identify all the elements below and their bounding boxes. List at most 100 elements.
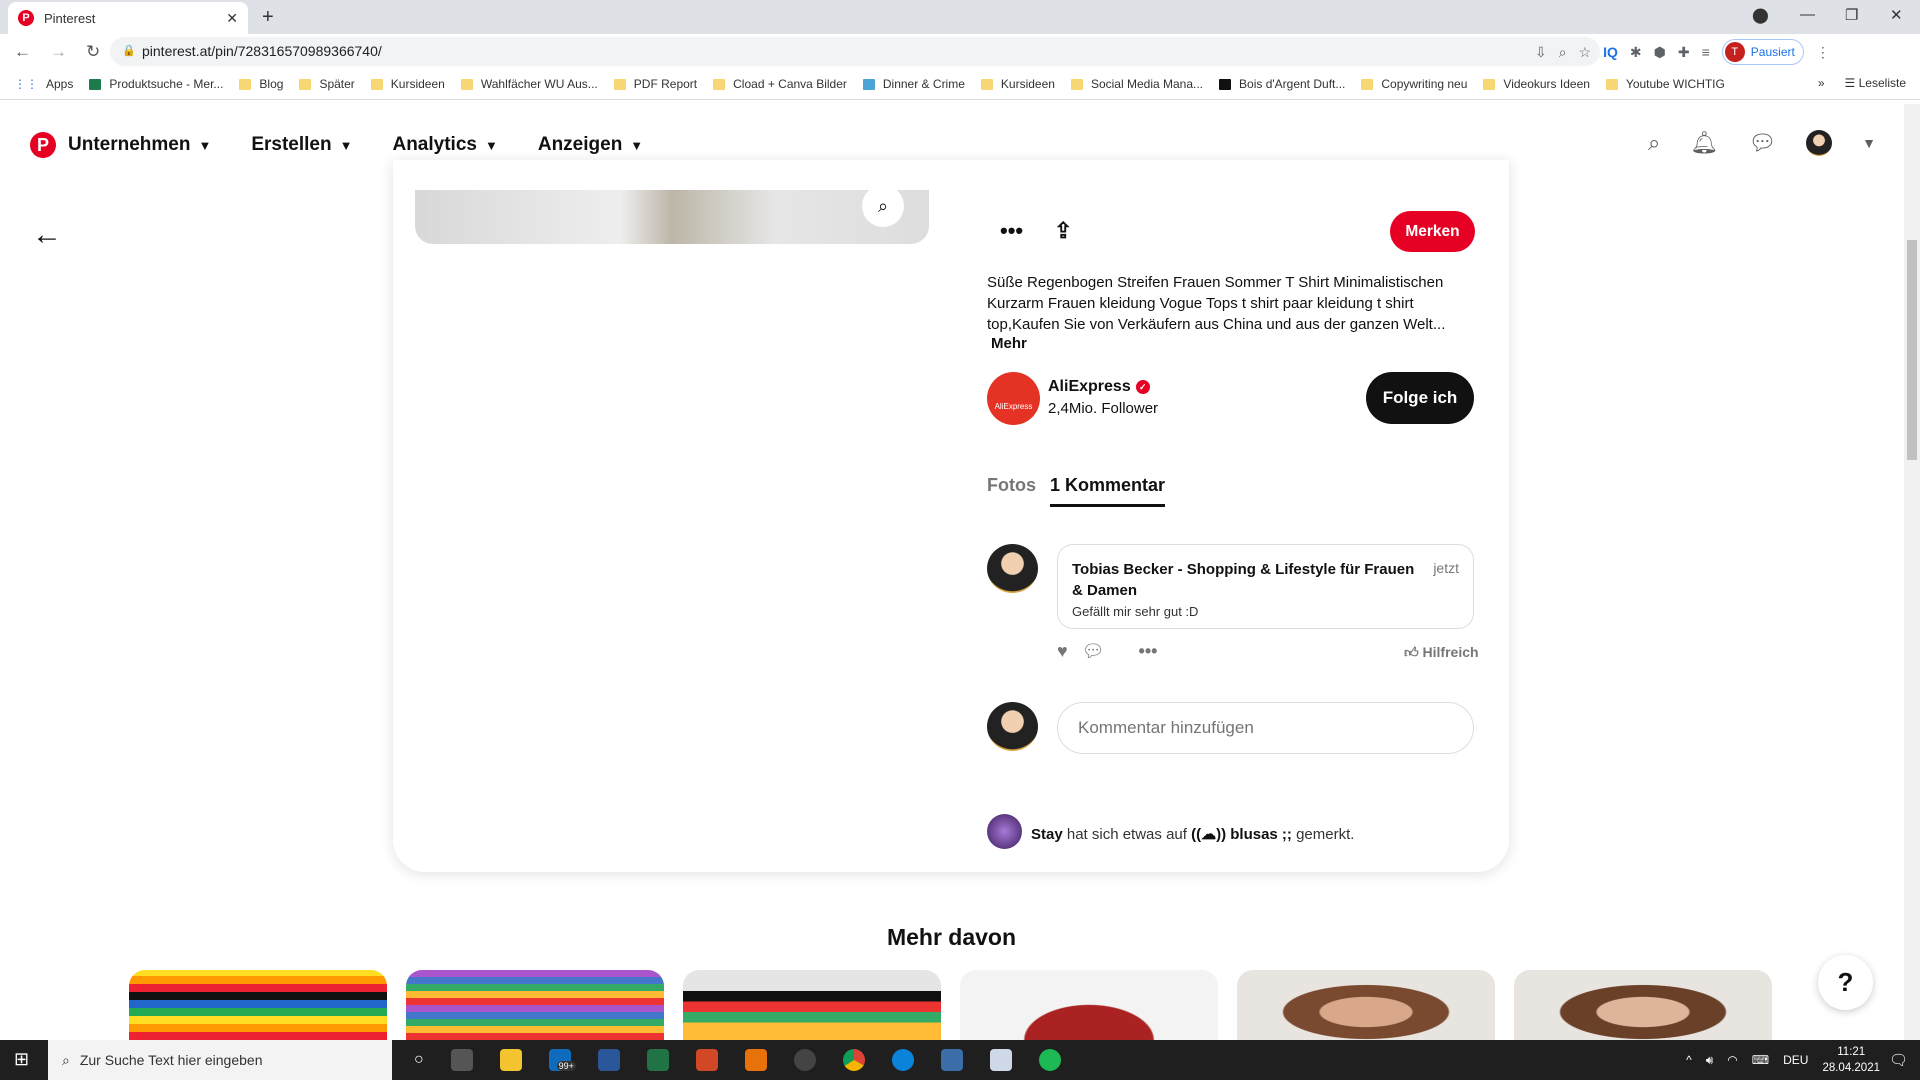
bell-icon[interactable]: 🔔︎ — [1690, 130, 1718, 156]
chrome-icon[interactable] — [842, 1049, 865, 1071]
new-tab-button[interactable]: + — [262, 6, 274, 29]
app-icon[interactable] — [989, 1049, 1012, 1071]
file-explorer-icon[interactable] — [499, 1049, 522, 1071]
bookmark-item[interactable]: Youtube WICHTIG — [1605, 77, 1725, 91]
bookmark-star-icon[interactable]: ☆ — [1579, 44, 1592, 61]
reading-list-button[interactable]: ☰ Leseliste — [1845, 76, 1906, 90]
forward-icon[interactable]: → — [50, 42, 72, 62]
windows-start-icon[interactable]: ⊞ — [14, 1049, 29, 1070]
taskbar-search[interactable]: ⌕ Zur Suche Text hier eingeben — [48, 1040, 392, 1080]
messages-icon[interactable]: 💬︎ — [1748, 130, 1776, 156]
more-bookmarks-icon[interactable]: » — [1818, 76, 1825, 90]
account-chevron-icon[interactable]: ▼ — [1862, 135, 1876, 151]
more-options-icon[interactable]: ••• — [1000, 218, 1023, 244]
profile-button[interactable]: T Pausiert — [1721, 39, 1804, 65]
iq-extension-icon[interactable]: IQ — [1603, 44, 1618, 60]
menu-analytics[interactable]: Analytics ▼ — [392, 134, 497, 156]
keyboard-icon[interactable]: ⌨ — [1752, 1053, 1769, 1067]
visual-search-icon[interactable]: ⌕ — [862, 185, 904, 227]
language-indicator[interactable]: DEU — [1783, 1053, 1808, 1067]
menu-anzeigen[interactable]: Anzeigen ▼ — [538, 134, 643, 156]
menu-unternehmen[interactable]: Unternehmen ▼ — [68, 134, 211, 156]
help-button[interactable]: ? — [1818, 955, 1873, 1010]
bookmark-item[interactable]: Copywriting neu — [1361, 77, 1467, 91]
extensions-puzzle-icon[interactable]: ✚ — [1678, 44, 1690, 61]
tab-search-icon[interactable]: ⬤ — [1752, 6, 1769, 24]
spotify-icon[interactable] — [1038, 1049, 1061, 1071]
extension-icon[interactable]: ✱ — [1630, 44, 1642, 61]
activity-user-avatar[interactable] — [987, 814, 1022, 849]
restore-button[interactable]: ❐ — [1845, 6, 1858, 24]
related-pin[interactable] — [406, 970, 664, 1040]
related-pin[interactable] — [960, 970, 1218, 1040]
comment-more-icon[interactable]: ••• — [1139, 641, 1158, 662]
bookmark-item[interactable]: Kursideen — [980, 77, 1055, 91]
pinterest-logo-icon[interactable]: P — [30, 132, 56, 158]
share-icon[interactable]: ⇪ — [1054, 218, 1072, 244]
powerpoint-icon[interactable] — [695, 1049, 718, 1071]
clock[interactable]: 11:21 28.04.2021 — [1822, 1044, 1880, 1076]
bookmark-item[interactable]: Produktsuche - Mer... — [89, 77, 223, 91]
bookmark-item[interactable]: Dinner & Crime — [862, 77, 965, 91]
bookmark-item[interactable]: Social Media Mana... — [1070, 77, 1203, 91]
bookmark-apps[interactable]: ⋮⋮ Apps — [14, 77, 73, 91]
edge-icon[interactable] — [891, 1049, 914, 1071]
bookmark-item[interactable]: Bois d'Argent Duft... — [1219, 77, 1345, 91]
zoom-icon[interactable]: ⌕ — [1559, 44, 1567, 61]
more-link[interactable]: Mehr — [991, 335, 1027, 352]
cortana-icon[interactable]: ○ — [414, 1051, 424, 1069]
related-pin[interactable] — [1514, 970, 1772, 1040]
bookmark-item[interactable]: Blog — [239, 77, 283, 91]
word-icon[interactable] — [597, 1049, 620, 1071]
follow-button[interactable]: Folge ich — [1366, 372, 1474, 424]
excel-icon[interactable] — [646, 1049, 669, 1071]
task-view-icon[interactable] — [450, 1049, 473, 1071]
app-icon[interactable] — [793, 1049, 816, 1071]
comment-input[interactable] — [1057, 702, 1474, 754]
menu-erstellen[interactable]: Erstellen ▼ — [251, 134, 352, 156]
install-icon[interactable]: ⇩ — [1535, 44, 1547, 61]
bookmark-item[interactable]: Kursideen — [370, 77, 445, 91]
bookmark-item[interactable]: Videokurs Ideen — [1483, 77, 1590, 91]
app-icon[interactable] — [744, 1049, 767, 1071]
save-button[interactable]: Merken — [1390, 211, 1475, 252]
comment-author[interactable]: Tobias Becker - Shopping & Lifestyle für… — [1072, 559, 1422, 601]
tray-chevron-icon[interactable]: ^ — [1686, 1053, 1692, 1067]
wifi-icon[interactable]: ◠ — [1727, 1053, 1737, 1067]
browser-tab[interactable]: P Pinterest ✕ — [8, 2, 248, 34]
commenter-avatar[interactable] — [987, 544, 1038, 593]
pin-image[interactable] — [415, 190, 929, 244]
related-pin[interactable] — [129, 970, 387, 1040]
close-window-button[interactable]: ✕ — [1890, 6, 1903, 24]
bookmark-item[interactable]: Wahlfächer WU Aus... — [460, 77, 598, 91]
creator-avatar[interactable]: AliExpress — [987, 372, 1040, 425]
back-arrow-icon[interactable]: ← — [32, 218, 62, 252]
heart-icon[interactable]: ♥ — [1057, 641, 1068, 662]
scrollbar-thumb[interactable] — [1907, 240, 1917, 460]
bookmark-item[interactable]: PDF Report — [613, 77, 697, 91]
back-icon[interactable]: ← — [14, 42, 36, 62]
menu-icon[interactable]: ⋮ — [1816, 44, 1830, 61]
related-pin[interactable] — [1237, 970, 1495, 1040]
adblock-icon[interactable]: ⬢ — [1654, 44, 1666, 61]
profile-avatar[interactable] — [1806, 130, 1833, 156]
notifications-icon[interactable]: 🗨︎ — [1889, 1051, 1908, 1069]
tab-kommentar[interactable]: 1 Kommentar — [1050, 475, 1166, 507]
creator-name[interactable]: AliExpress ✓ — [1048, 378, 1150, 396]
app-icon[interactable] — [940, 1049, 963, 1071]
minimize-button[interactable]: — — [1800, 6, 1815, 23]
bookmark-item[interactable]: Später — [299, 77, 355, 91]
related-pin[interactable] — [683, 970, 941, 1040]
tab-fotos[interactable]: Fotos — [987, 475, 1036, 496]
url-field[interactable]: 🔒 pinterest.at/pin/728316570989366740/ — [110, 37, 1600, 66]
helpful-button[interactable]: 👍︎ Hilfreich — [1404, 644, 1479, 661]
search-icon[interactable]: ⌕ — [1648, 130, 1660, 156]
close-tab-icon[interactable]: ✕ — [226, 10, 238, 27]
reply-icon[interactable]: 💬︎ — [1082, 641, 1105, 662]
mail-icon[interactable]: 99+ — [548, 1049, 576, 1071]
media-icon[interactable]: ≡ — [1702, 44, 1710, 60]
bookmark-item[interactable]: Cload + Canva Bilder — [713, 77, 847, 91]
activity-user[interactable]: Stay — [1031, 826, 1063, 843]
activity-board[interactable]: ((☁)) blusas ;; — [1191, 826, 1292, 843]
volume-icon[interactable]: 🔊︎ — [1706, 1053, 1714, 1068]
